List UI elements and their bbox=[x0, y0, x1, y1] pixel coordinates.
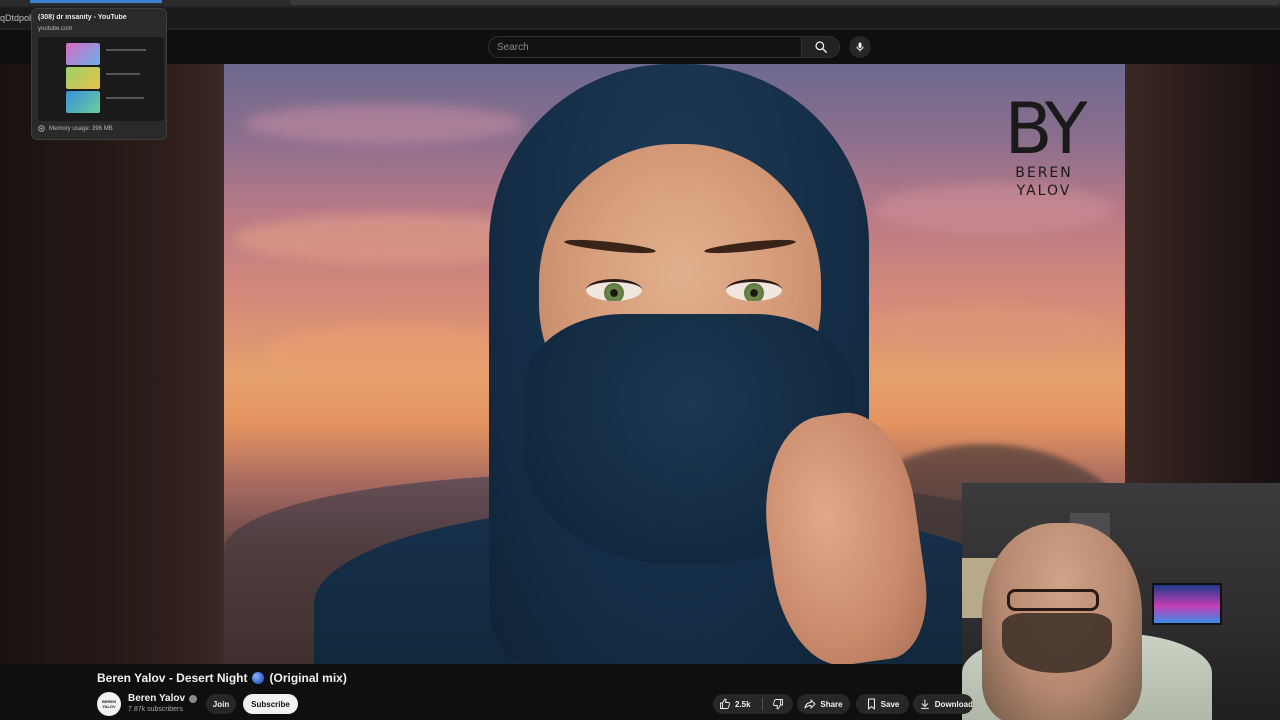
channel-name-text[interactable]: Beren Yalov bbox=[128, 693, 185, 704]
share-icon bbox=[804, 699, 816, 709]
dislike-button[interactable] bbox=[766, 694, 790, 714]
memory-icon bbox=[38, 125, 45, 132]
watermark-text: YALOV bbox=[1016, 183, 1072, 199]
left-eye bbox=[586, 279, 642, 301]
video-title-text: Beren Yalov - Desert Night bbox=[97, 671, 248, 685]
webcam-glasses bbox=[1007, 589, 1099, 611]
cloud bbox=[864, 304, 1114, 354]
search-icon bbox=[814, 41, 827, 53]
right-eye bbox=[726, 279, 782, 301]
thumb-item bbox=[66, 43, 100, 65]
share-label: Share bbox=[820, 699, 843, 709]
ambient-left bbox=[0, 64, 224, 664]
download-label: Download bbox=[934, 699, 973, 709]
preview-title: (308) dr insanity - YouTube bbox=[38, 14, 127, 21]
webcam-overlay bbox=[962, 483, 1280, 720]
tab-background[interactable] bbox=[290, 0, 1280, 5]
share-button[interactable]: Share bbox=[797, 694, 850, 714]
channel-name[interactable]: Beren Yalov bbox=[128, 693, 198, 704]
webcam-beard bbox=[1002, 613, 1112, 673]
save-label: Save bbox=[880, 699, 900, 709]
webcam-monitor bbox=[1152, 583, 1222, 625]
microphone-icon bbox=[856, 42, 864, 52]
search-box[interactable] bbox=[488, 36, 802, 58]
thumbs-down-icon bbox=[772, 699, 783, 710]
thumbs-up-icon bbox=[720, 698, 731, 709]
channel-watermark: BY BEREN YALOV bbox=[999, 94, 1089, 200]
avatar-text: YALOV bbox=[102, 704, 116, 709]
video-title-suffix: (Original mix) bbox=[269, 671, 347, 685]
subscribe-button[interactable]: Subscribe bbox=[243, 694, 298, 714]
search-input[interactable] bbox=[497, 37, 787, 57]
memory-usage: Memory usage: 396 MB bbox=[38, 125, 113, 132]
watermark-logo: BY bbox=[1004, 88, 1088, 170]
bookmark-icon bbox=[867, 698, 875, 710]
thumb-text bbox=[106, 73, 140, 75]
voice-search-button[interactable] bbox=[849, 36, 871, 58]
tab-strip bbox=[0, 0, 1280, 6]
active-tab-indicator bbox=[30, 0, 162, 3]
subscriber-count: 7.87k subscribers bbox=[128, 706, 183, 713]
cloud bbox=[244, 104, 524, 144]
download-icon bbox=[920, 699, 929, 709]
like-count: 2.5k bbox=[735, 699, 751, 709]
save-button[interactable]: Save bbox=[856, 694, 909, 714]
tab-hover-preview: (308) dr insanity - YouTube youtube.com … bbox=[31, 8, 167, 140]
preview-domain: youtube.com bbox=[38, 26, 73, 32]
channel-avatar[interactable]: BEREN YALOV bbox=[97, 692, 121, 716]
preview-thumbnail bbox=[38, 37, 164, 121]
search-button[interactable] bbox=[802, 36, 840, 58]
thumb-item bbox=[66, 67, 100, 89]
verified-icon bbox=[189, 694, 198, 703]
like-divider bbox=[762, 698, 763, 710]
address-bar[interactable] bbox=[0, 8, 1280, 28]
join-button[interactable]: Join bbox=[206, 694, 236, 714]
thumb-text bbox=[106, 49, 146, 51]
thumb-text bbox=[106, 97, 144, 99]
download-button[interactable]: Download bbox=[913, 694, 973, 714]
memory-usage-text: Memory usage: 396 MB bbox=[49, 125, 113, 132]
globe-emoji-icon bbox=[251, 672, 264, 684]
video-title: Beren Yalov - Desert Night (Original mix… bbox=[97, 671, 347, 685]
thumb-item bbox=[66, 91, 100, 113]
cloud bbox=[264, 324, 524, 384]
